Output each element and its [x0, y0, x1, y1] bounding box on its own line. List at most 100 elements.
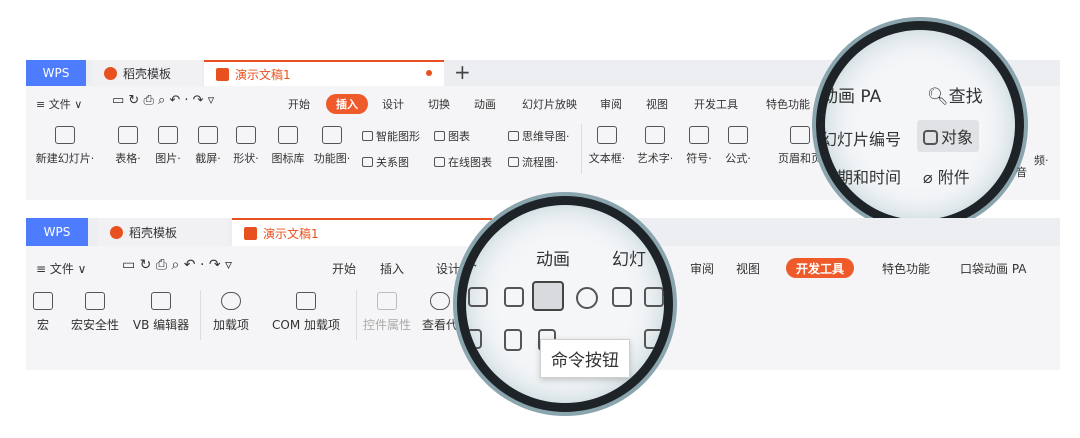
chart-icon [434, 131, 445, 141]
screenshot-button[interactable]: 截屏· [188, 126, 228, 166]
tab-review[interactable]: 审阅 [600, 96, 622, 112]
document-tab[interactable]: 演示文稿1 [204, 60, 444, 86]
wps-home-tab[interactable]: WPS [26, 60, 86, 86]
paperclip-icon: ⌀ [923, 168, 938, 187]
flowchart-button[interactable]: 流程图· [508, 154, 559, 170]
file-menu[interactable]: ≡ 文件 ∨ [36, 96, 82, 112]
scrollbar-control-icon[interactable] [466, 329, 482, 349]
video-button-edge[interactable]: 频· [1034, 152, 1049, 168]
tab-slideshow[interactable]: 幻灯片放映 [522, 96, 577, 112]
textbox-control-icon[interactable] [504, 287, 524, 307]
bottom-tab-view[interactable]: 视图 [736, 260, 760, 277]
function-chart-icon [322, 126, 342, 144]
vb-editor-button[interactable]: VB 编辑器 [130, 292, 192, 333]
lens-attachment-button[interactable]: ⌀ 附件 [923, 164, 970, 188]
lens-search-button[interactable]: 🔍︎查找 [927, 82, 983, 107]
lens-slide-number-button[interactable]: 幻灯片编号 [825, 126, 901, 150]
bottom-document-tab[interactable]: 演示文稿1 [232, 218, 492, 246]
checkbox-control-icon[interactable] [468, 287, 488, 307]
tab-view[interactable]: 视图 [646, 96, 668, 112]
tab-transition[interactable]: 切换 [428, 96, 450, 112]
bottom-magnifier-lens: 换 动画 幻灯 命令按钮 [466, 205, 664, 403]
lens-object-button[interactable]: 对象 [917, 120, 980, 152]
bottom-divider-2 [356, 290, 357, 340]
relation-chart-button[interactable]: 关系图 [362, 154, 409, 170]
view-code-button[interactable]: 查看代 [420, 292, 460, 333]
presentation-icon [216, 67, 229, 81]
tab-start[interactable]: 开始 [288, 96, 310, 112]
omega-icon [689, 126, 709, 144]
bottom-tab-design[interactable]: 设计 [436, 260, 460, 277]
header-footer-button[interactable]: 页眉和页 [772, 126, 828, 166]
lens-menu-pocket-animation[interactable]: 动画 PA [825, 82, 881, 107]
table-button[interactable]: 表格· [108, 126, 148, 166]
top-magnifier-lens: 动画 PA 🔍︎查找 幻灯片编号 对象 日期和时间 ⌀ 附件 [825, 30, 1015, 220]
bottom-docer-template-tab[interactable]: 稻壳模板 [98, 218, 228, 246]
new-slide-icon [55, 126, 75, 144]
image-control-icon[interactable] [644, 329, 664, 349]
tab-insert[interactable]: 插入 [326, 94, 368, 114]
addin-gear-icon [221, 292, 241, 310]
bottom-wps-home-tab[interactable]: WPS [26, 218, 88, 246]
new-slide-button[interactable]: 新建幻灯片· [30, 126, 100, 166]
new-tab-plus-icon[interactable]: + [454, 60, 471, 84]
bottom-tab-start[interactable]: 开始 [332, 260, 356, 277]
com-addin-button[interactable]: COM 加载项 [264, 292, 348, 333]
listbox-control-icon[interactable] [612, 287, 632, 307]
online-chart-button[interactable]: 在线图表 [434, 154, 492, 170]
bottom-tab-developer[interactable]: 开发工具 [786, 258, 854, 278]
quick-access-icon[interactable]: ▭ ↻ ⎙ ⌕ ↶ · ↷ ▿ [112, 93, 214, 108]
function-chart-button[interactable]: 功能图· [310, 126, 354, 166]
tab-developer[interactable]: 开发工具 [694, 96, 738, 112]
chart-button[interactable]: 图表 [434, 128, 470, 144]
lens-tab-transition[interactable]: 换 [466, 245, 477, 270]
bottom-tab-review[interactable]: 审阅 [690, 260, 714, 277]
combobox-control-icon[interactable] [644, 287, 664, 307]
audio-button-edge[interactable]: 音 [1016, 164, 1027, 180]
bottom-presentation-icon [244, 226, 257, 240]
toolbar-divider [581, 124, 582, 174]
bottom-tab-pocket-animation[interactable]: 口袋动画 PA [960, 260, 1027, 277]
bottom-tab-special[interactable]: 特色功能 [882, 260, 930, 277]
macro-security-button[interactable]: 宏安全性 [64, 292, 126, 333]
mind-map-button[interactable]: 思维导图· [508, 128, 570, 144]
bottom-divider-1 [200, 290, 201, 340]
macro-icon [33, 292, 53, 310]
tab-animation[interactable]: 动画 [474, 96, 496, 112]
shape-button[interactable]: 形状· [226, 126, 266, 166]
picture-icon [158, 126, 178, 144]
icon-library-button[interactable]: 图标库 [266, 126, 310, 166]
lens-date-time-button[interactable]: 日期和时间 [825, 164, 901, 188]
wordart-button[interactable]: 艺术字· [632, 126, 678, 166]
online-chart-icon [434, 157, 445, 167]
macro-security-icon [85, 292, 105, 310]
header-footer-icon [790, 126, 810, 144]
lens-tab-slideshow[interactable]: 幻灯 [612, 245, 646, 270]
bottom-tab-insert[interactable]: 插入 [380, 260, 404, 277]
shape-icon [236, 126, 256, 144]
formula-button[interactable]: 公式· [718, 126, 758, 166]
lens-tab-animation[interactable]: 动画 [536, 245, 570, 270]
relation-chart-icon [362, 157, 373, 167]
addin-button[interactable]: 加载项 [206, 292, 256, 333]
icon-library-icon [278, 126, 298, 144]
view-code-icon [430, 292, 450, 310]
textbox-button[interactable]: 文本框· [584, 126, 630, 166]
spin-button-control-icon[interactable] [504, 329, 522, 351]
macro-button[interactable]: 宏 [28, 292, 58, 333]
tab-design[interactable]: 设计 [382, 96, 404, 112]
wordart-icon [645, 126, 665, 144]
unsaved-dot-icon [426, 70, 432, 76]
picture-button[interactable]: 图片· [148, 126, 188, 166]
option-button-control-icon[interactable] [576, 287, 598, 309]
control-properties-button[interactable]: 控件属性 [358, 292, 416, 333]
smart-graphic-button[interactable]: 智能图形 [362, 128, 420, 144]
docer-template-tab[interactable]: 稻壳模板 [92, 60, 202, 86]
symbol-button[interactable]: 符号· [680, 126, 718, 166]
docer-logo-icon [104, 66, 117, 80]
bottom-quick-access-icon[interactable]: ▭ ↻ ⎙ ⌕ ↶ · ↷ ▿ [122, 257, 232, 273]
command-button-control-icon[interactable] [532, 281, 564, 311]
tab-special[interactable]: 特色功能 [766, 96, 810, 112]
bottom-file-menu[interactable]: ≡ 文件 ∨ [36, 260, 86, 277]
bottom-docer-logo-icon [110, 225, 123, 239]
